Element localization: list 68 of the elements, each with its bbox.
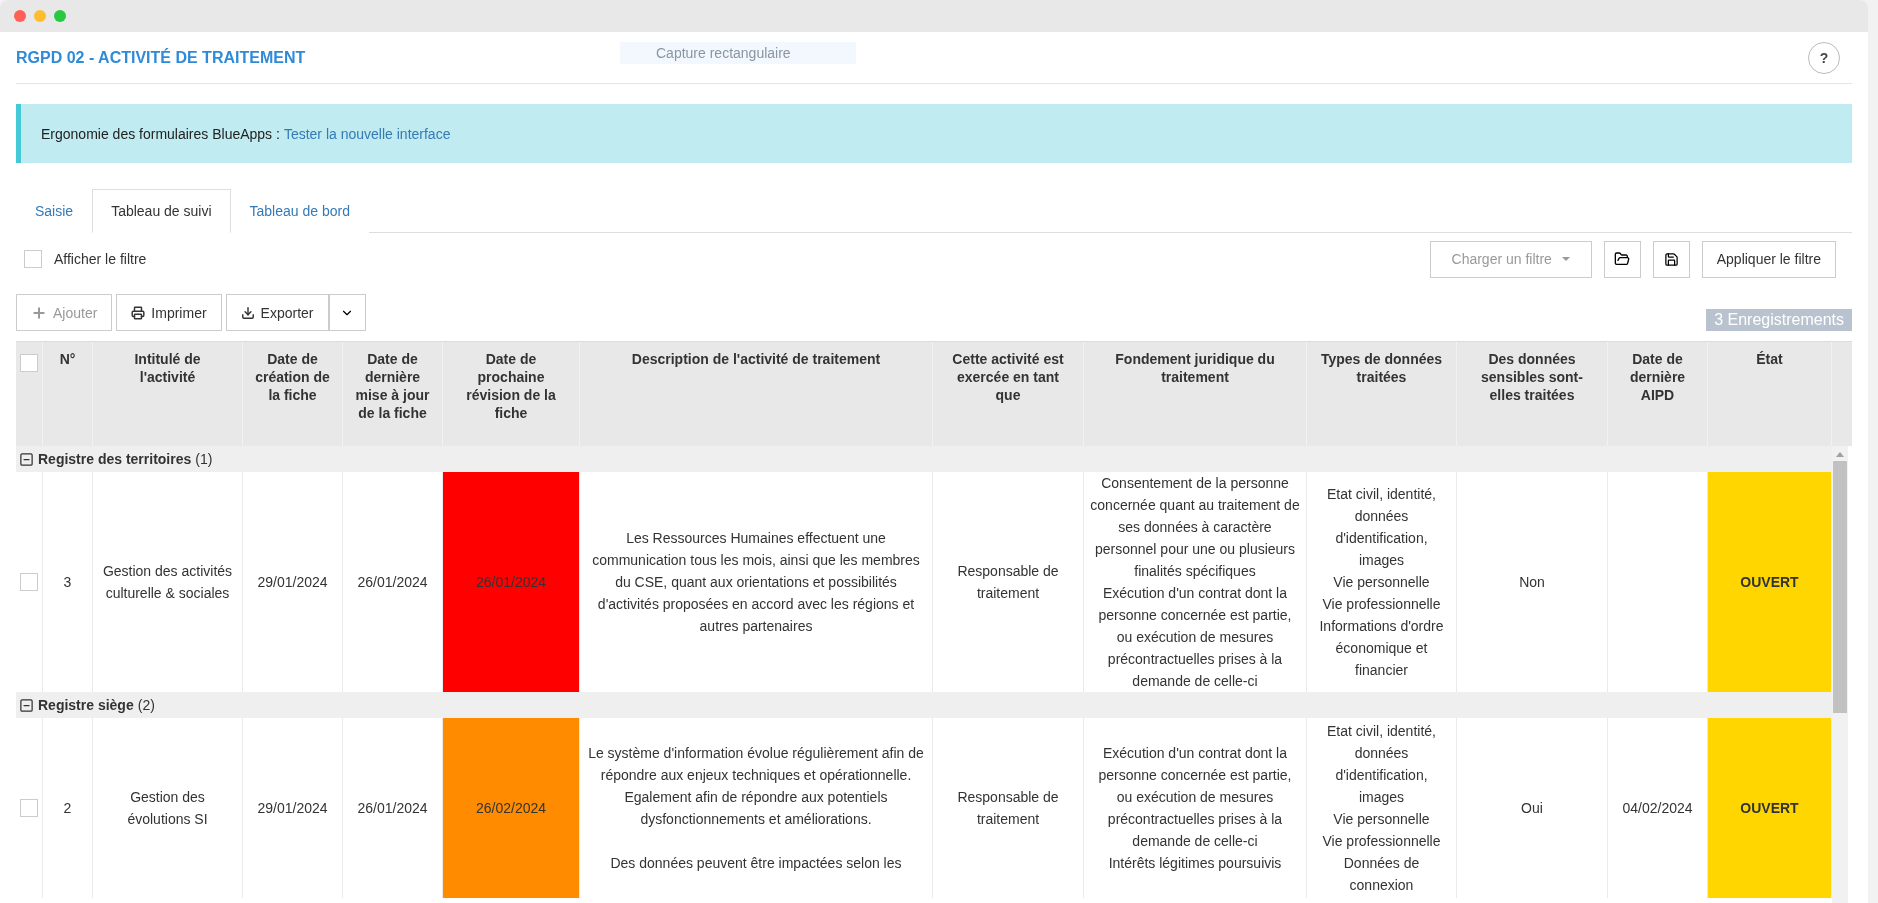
table-cell-text: Responsable de traitement	[956, 788, 1060, 829]
table-cell-text: Responsable de traitement	[956, 562, 1060, 603]
tab[interactable]: Tableau de suivi	[92, 189, 231, 233]
page-title: RGPD 02 - ACTIVITÉ DE TRAITEMENT	[16, 48, 306, 67]
data-type-text: Données de connexion	[1342, 854, 1421, 895]
open-filter-button[interactable]	[1603, 240, 1641, 278]
toolbar-button[interactable]: Imprimer	[116, 294, 222, 331]
help-button[interactable]: ?	[1808, 41, 1840, 74]
minimize-dot[interactable]	[34, 10, 46, 22]
printer-icon	[131, 305, 146, 320]
status-cell: OUVERT	[1708, 718, 1832, 898]
toolbar-button[interactable]: Exporter	[225, 294, 329, 331]
table-cell-text: Non	[1519, 573, 1545, 592]
data-type-text: Vie personnelle	[1333, 810, 1430, 829]
description-text: Le système d'information évolue régulièrement afin de répondre aux enjeux techniques et opérationnelle. Egalement afin de répondre aux potentiels dysfonctionnements et améliorations.	[587, 744, 925, 829]
filter-checkbox[interactable]	[24, 250, 42, 268]
download-icon	[240, 305, 255, 320]
group-label: Registre siège	[38, 697, 134, 713]
table-cell-text: 3	[63, 573, 72, 592]
plus-icon	[31, 304, 47, 321]
data-type-text: Vie personnelle	[1333, 573, 1430, 592]
select-all-checkbox[interactable]	[20, 354, 38, 372]
group-row[interactable]: Registre des territoires (1)	[16, 446, 1832, 472]
status-cell: OUVERT	[1708, 472, 1832, 692]
table-cell-text: 29/01/2024	[257, 799, 328, 818]
group-label: Registre des territoires	[38, 451, 192, 467]
table-cell-text: Gestion des évolutions SI	[126, 788, 209, 829]
export-menu-button[interactable]	[328, 294, 366, 331]
table-cell-text: 26/01/2024	[357, 799, 428, 818]
banner-text: Ergonomie des formulaires BlueApps :	[41, 125, 280, 142]
group-row[interactable]: Registre siège (2)	[16, 692, 1832, 718]
scrollbar[interactable]	[1832, 446, 1848, 903]
legal-basis-text: Exécution d'un contrat dont la personne concernée est partie, ou exécution de mesures précontractuelles prises à la demande de celle-ci	[1097, 584, 1293, 691]
record-count: 3 Enregistrements	[1706, 309, 1852, 331]
group-count: (2)	[137, 697, 155, 713]
table-cell-text: 04/02/2024	[1622, 799, 1693, 818]
review-date-cell: 26/01/2024	[443, 472, 580, 692]
legal-basis-text: Consentement de la personne concernée quant au traitement de ses données à caractère personnel pour une ou plusieurs finalités spécifiques	[1090, 474, 1300, 581]
save-icon	[1663, 251, 1679, 267]
caret-icon	[1561, 257, 1570, 261]
folder-icon	[1614, 251, 1631, 267]
row-checkbox[interactable]	[20, 799, 38, 817]
legal-basis-text: Exécution d'un contrat dont la personne concernée est partie, ou exécution de mesures précontractuelles prises à la demande de celle-ci	[1097, 744, 1293, 851]
close-dot[interactable]	[14, 10, 26, 22]
data-type-text: Informations d'ordre économique et financier	[1318, 617, 1445, 680]
table-cell-text: Oui	[1521, 799, 1543, 818]
data-type-text: Vie professionnelle	[1322, 832, 1441, 851]
group-count: (1)	[195, 451, 213, 467]
data-type-text: Etat civil, identité, données d'identification, images	[1326, 485, 1437, 570]
table-cell-text: 29/01/2024	[257, 573, 328, 592]
row-checkbox[interactable]	[20, 573, 38, 591]
table-cell-text: Gestion des activités culturelle & sociales	[101, 562, 234, 603]
banner-link[interactable]: Tester la nouvelle interface	[283, 125, 451, 142]
data-type-text: Vie professionnelle	[1322, 595, 1441, 614]
zoom-dot[interactable]	[54, 10, 66, 22]
capture-tooltip: Capture rectangulaire	[620, 42, 856, 64]
apply-filter-button[interactable]: Appliquer le filtre	[1701, 240, 1836, 278]
table-cell-text: 26/01/2024	[357, 573, 428, 592]
save-filter-button[interactable]	[1652, 240, 1690, 278]
legal-basis-text: Intérêts légitimes poursuivis	[1108, 854, 1282, 873]
table-cell-text: 2	[63, 799, 72, 818]
data-type-text: Etat civil, identité, données d'identification, images	[1326, 722, 1437, 807]
filter-label: Afficher le filtre	[54, 251, 147, 267]
review-date-cell: 26/02/2024	[443, 718, 580, 898]
collapse-icon[interactable]	[19, 451, 34, 467]
description-text: Des données peuvent être impactées selon les	[610, 854, 902, 873]
description-text: Les Ressources Humaines effectuent une communication tous les mois, ainsi que les membres du CSE, quant aux orientations et possibilités d'activités proposées en accord avec les régions et autres partenaires	[591, 529, 921, 636]
collapse-icon[interactable]	[19, 697, 34, 713]
